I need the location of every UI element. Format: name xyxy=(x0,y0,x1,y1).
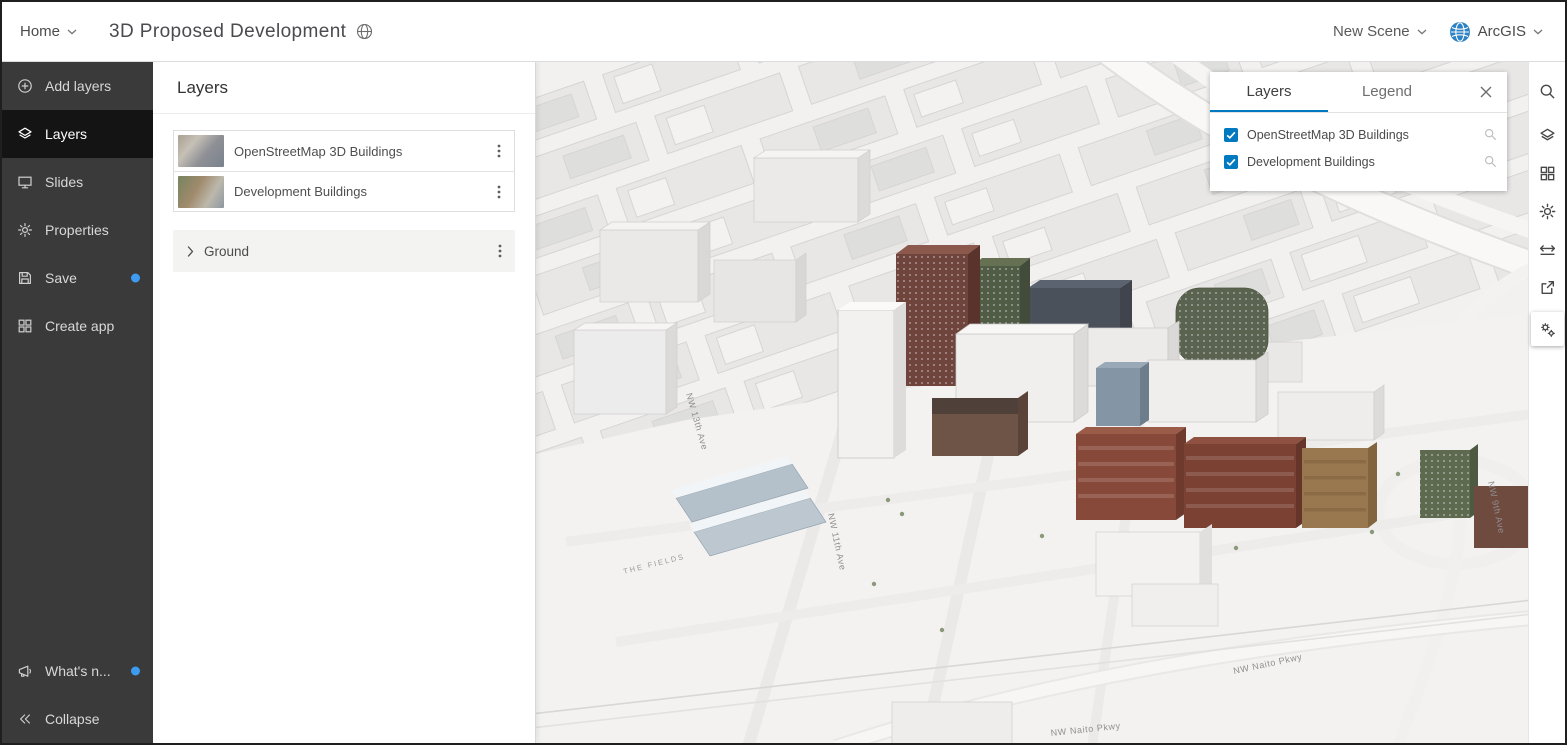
new-scene-button[interactable]: New Scene xyxy=(1327,19,1433,44)
sun-icon xyxy=(1539,203,1556,220)
sidebar-item-label: What's n... xyxy=(45,663,111,679)
layer-thumbnail xyxy=(178,135,224,167)
close-icon xyxy=(1480,86,1492,98)
basemap-grid-icon xyxy=(1539,165,1556,182)
home-label: Home xyxy=(20,23,60,40)
scene-properties-button[interactable] xyxy=(356,23,373,40)
search-button[interactable] xyxy=(1529,72,1566,110)
layer-thumbnail xyxy=(178,176,224,208)
chevron-down-icon xyxy=(1533,29,1543,35)
globe-icon xyxy=(356,23,373,40)
basemap-button[interactable] xyxy=(1529,154,1566,192)
sidebar-item-save[interactable]: Save xyxy=(2,254,153,302)
new-scene-label: New Scene xyxy=(1333,23,1410,40)
arcgis-logo xyxy=(1449,21,1471,43)
sidebar: Add layers Layers Slides Properties Save… xyxy=(2,62,153,743)
popup-layer-row: Development Buildings xyxy=(1224,148,1497,175)
sidebar-item-collapse[interactable]: Collapse xyxy=(2,695,153,743)
tab-legend[interactable]: Legend xyxy=(1328,72,1446,112)
layers-icon xyxy=(17,126,33,142)
ground-options-button[interactable] xyxy=(485,231,515,271)
sidebar-item-properties[interactable]: Properties xyxy=(2,206,153,254)
layers-panel-title: Layers xyxy=(177,78,228,98)
double-chevron-left-icon xyxy=(17,711,33,727)
sidebar-item-label: Layers xyxy=(45,126,87,142)
slides-icon xyxy=(17,174,33,190)
popup-tab-bar: Layers Legend xyxy=(1210,72,1507,113)
sidebar-item-layers[interactable]: Layers xyxy=(2,110,153,158)
topbar-right: New Scene ArcGIS xyxy=(1327,17,1549,47)
kebab-menu-icon xyxy=(498,244,502,258)
sidebar-item-label: Save xyxy=(45,270,77,286)
layers-panel-body: OpenStreetMap 3D Buildings Development B… xyxy=(153,114,535,288)
share-button[interactable] xyxy=(1529,268,1566,306)
sidebar-item-add-layers[interactable]: Add layers xyxy=(2,62,153,110)
scene-title: 3D Proposed Development xyxy=(109,21,346,43)
measure-icon xyxy=(1539,241,1556,258)
app-grid-icon xyxy=(17,318,33,334)
arcgis-scene-viewer: Home 3D Proposed Development New Scene A… xyxy=(0,0,1567,745)
ground-label: Ground xyxy=(204,244,249,259)
megaphone-icon xyxy=(17,663,33,679)
layers-legend-popup: Layers Legend OpenStreetMap 3D Buildings xyxy=(1210,72,1507,191)
sidebar-item-label: Properties xyxy=(45,222,109,238)
save-icon xyxy=(17,270,33,286)
zoom-to-layer-icon[interactable] xyxy=(1484,128,1497,141)
layer-options-button[interactable] xyxy=(484,131,514,171)
layers-panel-header: Layers xyxy=(153,62,535,114)
ground-row[interactable]: Ground xyxy=(173,230,515,272)
layer-list: OpenStreetMap 3D Buildings Development B… xyxy=(173,130,515,212)
layers-icon xyxy=(1539,127,1556,144)
layer-options-button[interactable] xyxy=(484,172,514,212)
gears-icon xyxy=(1539,321,1556,338)
layers-tool-button[interactable] xyxy=(1529,116,1566,154)
tool-settings-button[interactable] xyxy=(1531,312,1564,346)
sidebar-item-slides[interactable]: Slides xyxy=(2,158,153,206)
chevron-down-icon xyxy=(67,29,77,35)
popup-layer-label: OpenStreetMap 3D Buildings xyxy=(1247,128,1475,142)
check-icon xyxy=(1226,130,1236,140)
close-button[interactable] xyxy=(1465,72,1507,112)
share-icon xyxy=(1539,279,1556,296)
chevron-right-icon xyxy=(187,246,194,257)
layer-name: OpenStreetMap 3D Buildings xyxy=(234,144,484,159)
popup-body: OpenStreetMap 3D Buildings Development B… xyxy=(1210,113,1507,191)
home-menu-button[interactable]: Home xyxy=(14,19,83,44)
check-icon xyxy=(1226,157,1236,167)
popup-layer-row: OpenStreetMap 3D Buildings xyxy=(1224,121,1497,148)
tab-layers[interactable]: Layers xyxy=(1210,72,1328,112)
layer-visibility-checkbox[interactable] xyxy=(1224,128,1238,142)
sidebar-item-label: Add layers xyxy=(45,78,111,94)
sidebar-item-label: Slides xyxy=(45,174,83,190)
gear-icon xyxy=(17,222,33,238)
chevron-down-icon xyxy=(1417,29,1427,35)
layer-row[interactable]: OpenStreetMap 3D Buildings xyxy=(174,131,514,171)
layer-visibility-checkbox[interactable] xyxy=(1224,155,1238,169)
zoom-to-layer-icon[interactable] xyxy=(1484,155,1497,168)
whats-new-badge xyxy=(131,667,140,676)
daylight-button[interactable] xyxy=(1529,192,1566,230)
top-bar: Home 3D Proposed Development New Scene A… xyxy=(2,2,1565,62)
kebab-menu-icon xyxy=(497,144,501,158)
sidebar-item-label: Create app xyxy=(45,318,114,334)
measure-button[interactable] xyxy=(1529,230,1566,268)
search-icon xyxy=(1539,83,1556,100)
sidebar-item-whats-new[interactable]: What's n... xyxy=(2,647,153,695)
layers-panel: Layers OpenStreetMap 3D Buildings Develo… xyxy=(153,62,536,743)
sidebar-item-label: Collapse xyxy=(45,711,99,727)
layer-row[interactable]: Development Buildings xyxy=(174,171,514,211)
unsaved-changes-badge xyxy=(131,274,140,283)
plus-circle-icon xyxy=(17,78,33,94)
layer-name: Development Buildings xyxy=(234,184,484,199)
kebab-menu-icon xyxy=(497,185,501,199)
account-menu-button[interactable]: ArcGIS xyxy=(1443,17,1549,47)
popup-layer-label: Development Buildings xyxy=(1247,155,1475,169)
sidebar-spacer xyxy=(2,350,153,647)
right-toolbar xyxy=(1528,62,1565,743)
account-label: ArcGIS xyxy=(1478,23,1526,40)
sidebar-item-create-app[interactable]: Create app xyxy=(2,302,153,350)
